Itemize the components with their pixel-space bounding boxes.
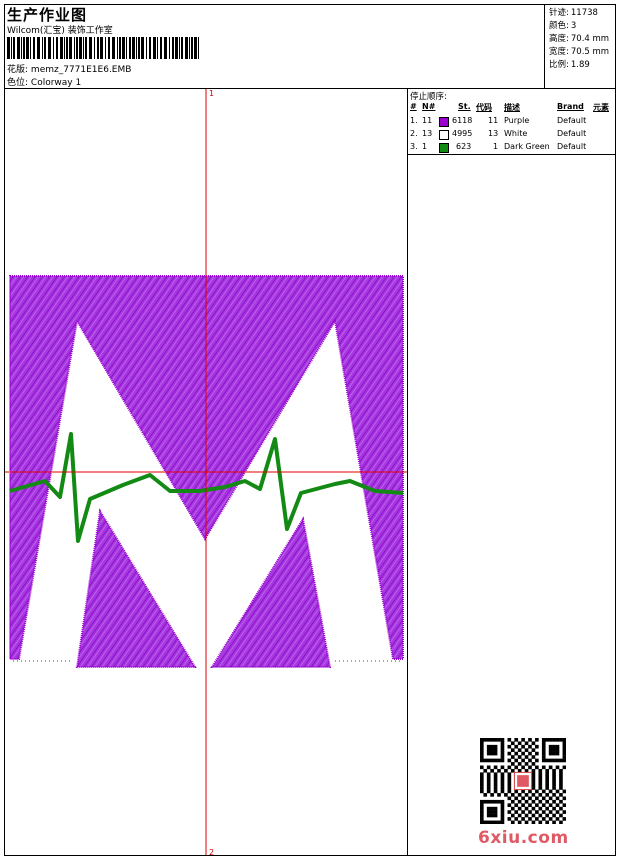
right-column-divider	[407, 89, 408, 855]
purple-left-triangle	[75, 508, 197, 668]
design-file-label: 花版:	[7, 65, 29, 75]
stat-colors: 颜色: 3	[549, 21, 577, 31]
header-stitches: St.	[458, 102, 471, 111]
header-description: 描述	[504, 103, 520, 112]
stat-width: 宽度: 70.5 mm	[549, 47, 610, 57]
purple-right-triangle	[210, 516, 332, 668]
axis-label-bottom: 2	[209, 848, 215, 857]
company-name: Wilcom(汇宝) 装饰工作室	[7, 26, 113, 36]
color-swatch-dark-green	[439, 143, 449, 153]
header-needle: N#	[422, 102, 436, 111]
header-element: 元素	[593, 103, 609, 112]
watermark-logo: 6xiu.com	[478, 828, 569, 848]
design-file: 花版: memz_7771E1E6.EMB	[7, 62, 131, 75]
stat-height: 高度: 70.4 mm	[549, 34, 610, 44]
qr-code-image	[480, 738, 566, 824]
stop-sequence-divider	[407, 154, 616, 155]
embroidery-design	[5, 89, 407, 855]
stats-panel: 针迹: 11738 颜色: 3 高度: 70.4 mm 宽度: 70.5 mm 比例: 1…	[544, 4, 616, 88]
axis-label-top: 1	[209, 89, 215, 98]
colorway-value: Colorway 1	[30, 78, 82, 88]
design-file-name: memz_7771E1E6.EMB	[30, 65, 132, 75]
color-swatch-purple	[439, 117, 449, 127]
header-index: #	[410, 102, 417, 111]
barcode-image	[7, 37, 199, 59]
stop-sequence-title: 停止顺序:	[410, 92, 447, 102]
page-title: 生产作业图	[7, 6, 88, 24]
header-code: 代码	[476, 103, 492, 112]
colorway: 色位: Colorway 1	[7, 75, 81, 88]
stat-scale: 比例: 1.89	[549, 60, 590, 70]
header-brand: Brand	[557, 102, 584, 111]
colorway-label: 色位:	[7, 78, 29, 88]
stat-stitches: 针迹: 11738	[549, 8, 598, 18]
color-swatch-white	[439, 130, 449, 140]
